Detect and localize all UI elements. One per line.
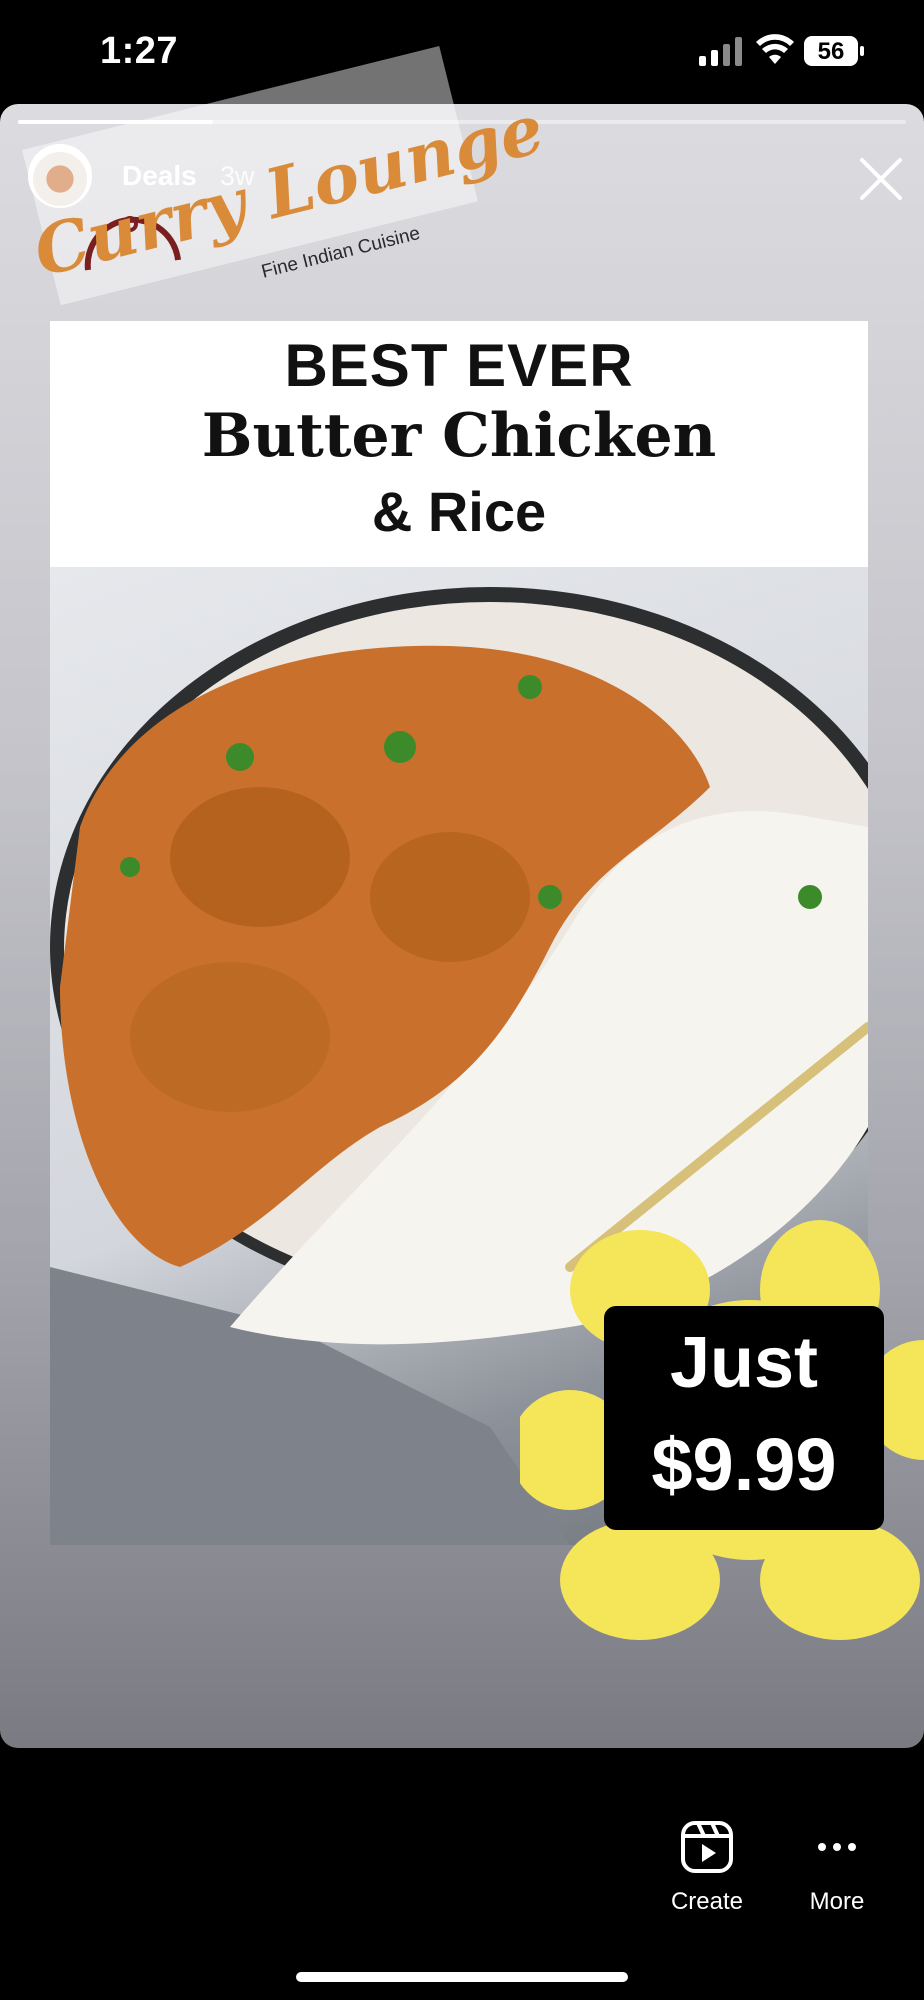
wifi-icon [756, 34, 794, 64]
price-amount: $9.99 [651, 1423, 837, 1506]
battery-level: 56 [817, 38, 845, 65]
price-prefix: Just [669, 1323, 819, 1403]
create-button[interactable]: Create [660, 1888, 754, 1916]
status-bar: 1:27 56 [0, 0, 924, 104]
headline-panel: BEST EVER Butter Chicken & Rice [50, 321, 868, 567]
chicken-piece [130, 962, 330, 1112]
more-icon[interactable] [816, 1832, 858, 1862]
signal-icon [699, 37, 742, 66]
home-indicator[interactable] [296, 1972, 628, 1982]
more-button[interactable]: More [790, 1888, 884, 1916]
reels-create-icon[interactable] [680, 1820, 734, 1874]
headline-line-3: & Rice [371, 480, 547, 543]
bottom-bar [0, 1748, 924, 2000]
chicken-piece [170, 787, 350, 927]
headline-line-1: BEST EVER [284, 332, 634, 399]
headline-line-2: Butter Chicken [201, 401, 717, 471]
battery-icon: 56 [804, 36, 864, 66]
close-icon[interactable] [856, 154, 906, 204]
chicken-piece [370, 832, 530, 962]
status-time: 1:27 [100, 30, 179, 72]
